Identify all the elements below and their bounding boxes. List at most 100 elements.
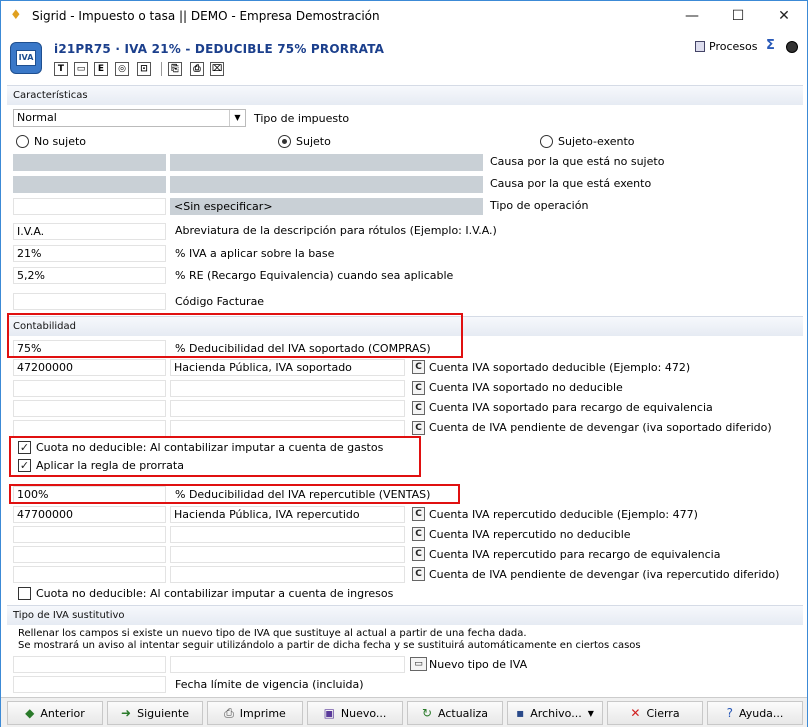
cta-sop-pend-field[interactable]: [13, 420, 166, 437]
cta-sop-re-desc: [170, 400, 405, 417]
fecha-limite-label: Fecha límite de vigencia (incluida): [175, 678, 364, 691]
facturae-field[interactable]: [13, 293, 166, 310]
causa-no-sujeto-label: Causa por la que está no sujeto: [490, 155, 665, 168]
maximize-button[interactable]: ☐: [715, 1, 761, 31]
nuevo-tipo-code[interactable]: [13, 656, 166, 673]
nuevo-tipo-desc: [170, 656, 405, 673]
causa-exento-label: Causa por la que está exento: [490, 177, 652, 190]
cta-rep-pend-label: Cuenta de IVA pendiente de devengar (iva…: [429, 568, 780, 581]
tax-icon: IVA: [10, 42, 42, 74]
abreviatura-field[interactable]: I.V.A.: [13, 223, 166, 240]
re-field[interactable]: 5,2%: [13, 267, 166, 284]
cta-sop-pend-desc: [170, 420, 405, 437]
edit-tool-icon[interactable]: E: [94, 62, 108, 76]
radio-sujeto-exento[interactable]: [540, 135, 553, 148]
new-record-icon: ▣: [323, 706, 335, 720]
actualiza-button[interactable]: ↻ Actualiza: [407, 701, 503, 725]
image-tool-icon[interactable]: ⊡: [137, 62, 151, 76]
print-icon[interactable]: ⎙: [190, 62, 204, 76]
sustitutivo-note-2: Se mostrará un aviso al intentar seguir …: [18, 640, 641, 651]
chk-cuota-ingresos[interactable]: [18, 587, 31, 600]
nuevo-tipo-label: Nuevo tipo de IVA: [429, 658, 528, 671]
dropdown-arrow-icon: ▼: [587, 708, 594, 718]
cta-sop-ded-label: Cuenta IVA soportado deducible (Ejemplo:…: [429, 361, 691, 374]
procesos-link[interactable]: Procesos: [695, 40, 757, 53]
chk-cuota-ingresos-label: Cuota no deducible: Al contabilizar impu…: [36, 587, 394, 600]
fecha-limite-field[interactable]: [13, 676, 166, 693]
cta-rep-pend-desc: [170, 566, 405, 583]
procesos-icon: [695, 41, 705, 52]
causa-no-sujeto-code: [13, 154, 166, 171]
help-icon: ?: [726, 706, 733, 720]
tipo-operacion-code[interactable]: [13, 198, 166, 215]
refresh-icon: ↻: [421, 706, 432, 720]
minimize-button[interactable]: —: [669, 1, 715, 31]
cta-rep-re-label: Cuenta IVA repercutido para recargo de e…: [429, 548, 721, 561]
causa-exento-desc: [170, 176, 483, 193]
cta-rep-ded-field[interactable]: 47700000: [13, 506, 166, 523]
cta-rep-re-field[interactable]: [13, 546, 166, 563]
cta-rep-noded-label: Cuenta IVA repercutido no deducible: [429, 528, 631, 541]
window-title: Sigrid - Impuesto o tasa || DEMO - Empre…: [32, 9, 380, 23]
sigma-icon[interactable]: Σ: [766, 38, 775, 53]
radio-no-sujeto[interactable]: [16, 135, 29, 148]
iva-field[interactable]: 21%: [13, 245, 166, 262]
lookup-account-icon[interactable]: C: [412, 381, 425, 395]
facturae-label: Código Facturae: [175, 295, 265, 308]
iva-lookup-icon[interactable]: ▭: [410, 657, 427, 671]
lookup-account-icon[interactable]: C: [412, 567, 425, 581]
cta-rep-noded-field[interactable]: [13, 526, 166, 543]
chevron-down-icon: ▼: [229, 110, 245, 126]
lookup-account-icon[interactable]: C: [412, 507, 425, 521]
lookup-account-icon[interactable]: C: [412, 547, 425, 561]
arrow-left-icon: ◆: [25, 706, 35, 720]
nuevo-button[interactable]: ▣ Nuevo...: [307, 701, 403, 725]
cta-sop-noded-field[interactable]: [13, 380, 166, 397]
frame-tool-icon[interactable]: ▭: [74, 62, 88, 76]
application-window: ♦ Sigrid - Impuesto o tasa || DEMO - Emp…: [0, 0, 808, 727]
tipo-operacion-desc: <Sin especificar>: [170, 198, 483, 215]
pdf-icon[interactable]: ⌧: [210, 62, 224, 76]
archivo-button[interactable]: ▪ Archivo... ▼: [507, 701, 603, 725]
radio-sujeto-label: Sujeto: [296, 135, 331, 148]
highlight-box-soportado: [7, 313, 463, 358]
cta-rep-noded-desc: [170, 526, 405, 543]
color-tool-icon[interactable]: ◎: [115, 62, 129, 76]
globe-icon[interactable]: [786, 41, 798, 53]
lookup-account-icon[interactable]: C: [412, 401, 425, 415]
title-bar: ♦ Sigrid - Impuesto o tasa || DEMO - Emp…: [1, 1, 807, 31]
close-window-button[interactable]: ✕: [761, 1, 807, 31]
button-bar: ◆ Anterior ➜ Siguiente ⎙ Imprime ▣ Nuevo... …: [1, 697, 807, 727]
cierra-button[interactable]: ✕ Cierra: [607, 701, 703, 725]
lookup-account-icon[interactable]: C: [412, 527, 425, 541]
toolbar-separator: [161, 62, 162, 76]
close-icon: ✕: [630, 706, 641, 720]
iva-label: % IVA a aplicar sobre la base: [175, 247, 335, 260]
record-title: i21PR75 · IVA 21% - DEDUCIBLE 75% PRORRA…: [54, 42, 385, 56]
cta-rep-re-desc: [170, 546, 405, 563]
causa-exento-code: [13, 176, 166, 193]
sustitutivo-note-1: Rellenar los campos si existe un nuevo t…: [18, 628, 527, 639]
highlight-box-repercutido: [9, 484, 460, 504]
cta-rep-ded-label: Cuenta IVA repercutido deducible (Ejempl…: [429, 508, 698, 521]
lookup-account-icon[interactable]: C: [412, 421, 425, 435]
lookup-account-icon[interactable]: C: [412, 360, 425, 374]
cta-sop-ded-field[interactable]: 47200000: [13, 359, 166, 376]
tipo-impuesto-select[interactable]: Normal ▼: [13, 109, 246, 127]
anterior-button[interactable]: ◆ Anterior: [7, 701, 103, 725]
radio-sujeto-exento-label: Sujeto-exento: [558, 135, 635, 148]
highlight-box-prorrata: [9, 436, 421, 477]
save-icon: ▪: [516, 706, 525, 720]
preview-icon[interactable]: ⎘: [168, 62, 182, 76]
ayuda-button[interactable]: ? Ayuda...: [707, 701, 803, 725]
cta-sop-noded-desc: [170, 380, 405, 397]
cta-sop-noded-label: Cuenta IVA soportado no deducible: [429, 381, 623, 394]
causa-no-sujeto-desc: [170, 154, 483, 171]
siguiente-button[interactable]: ➜ Siguiente: [107, 701, 203, 725]
cta-rep-pend-field[interactable]: [13, 566, 166, 583]
cta-sop-ded-desc: Hacienda Pública, IVA soportado: [170, 359, 405, 376]
radio-sujeto[interactable]: [278, 135, 291, 148]
imprime-button[interactable]: ⎙ Imprime: [207, 701, 303, 725]
text-tool-icon[interactable]: T: [54, 62, 68, 76]
cta-sop-re-field[interactable]: [13, 400, 166, 417]
